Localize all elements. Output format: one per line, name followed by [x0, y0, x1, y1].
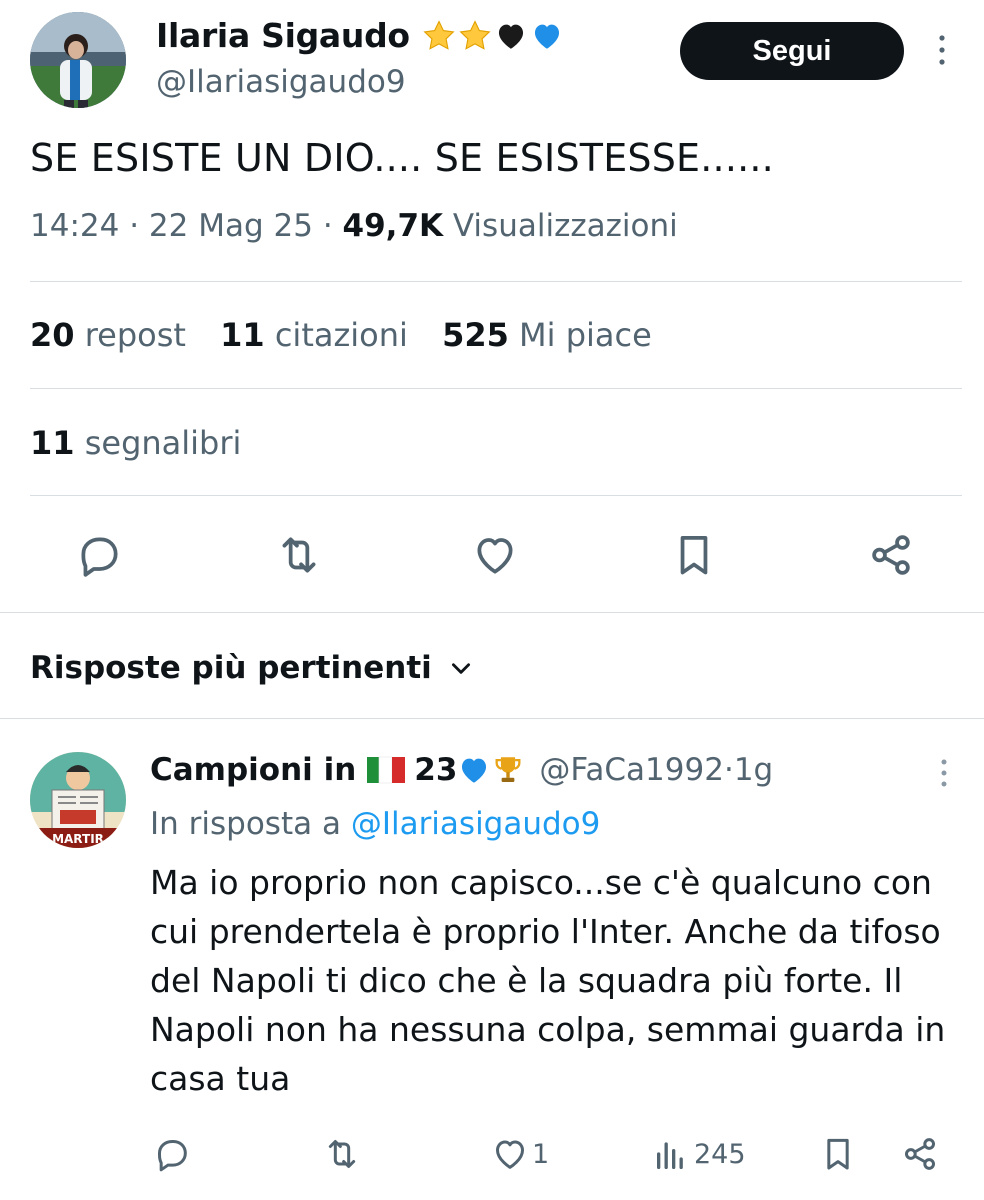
tweet-header: Ilaria Sigaudo @Ilariasigaudo9 Segui: [0, 0, 984, 120]
reply-separator: ·: [723, 752, 734, 788]
views-icon: [657, 1142, 683, 1169]
italy-flag-icon: [367, 756, 406, 784]
reply-author-name[interactable]: Campioni in: [150, 752, 356, 788]
reply-author-handle[interactable]: @FaCa1992: [539, 752, 724, 788]
reply-header: Campioni in 23 @FaCa1992 · 1g: [150, 752, 773, 788]
author-emojis: [422, 19, 564, 53]
reply-author-avatar[interactable]: MARTIR: [30, 752, 126, 848]
reply-to-line: In risposta a @Ilariasigaudo9: [150, 806, 600, 842]
reposts-stat[interactable]: 20 repost: [30, 316, 186, 354]
author-handle[interactable]: @Ilariasigaudo9: [156, 64, 406, 100]
author-avatar[interactable]: [30, 12, 126, 108]
likes-count: 525: [442, 316, 509, 354]
bookmark-icon[interactable]: [669, 530, 719, 580]
divider: [0, 612, 984, 613]
trophy-icon: [495, 757, 521, 783]
tweet-text: SE ESISTE UN DIO.... SE ESISTESSE......: [30, 136, 774, 180]
bookmarks-stat[interactable]: 11 segnalibri: [30, 424, 241, 462]
quotes-label: citazioni: [274, 316, 408, 354]
author-name-row[interactable]: Ilaria Sigaudo: [156, 16, 564, 55]
blue-heart-icon: [462, 758, 487, 783]
tweet-time[interactable]: 14:24: [30, 208, 119, 244]
reply-likes-count: 1: [532, 1138, 550, 1170]
share-icon[interactable]: [866, 530, 916, 580]
reply-time[interactable]: 1g: [734, 752, 773, 788]
meta-separator: ·: [322, 208, 343, 244]
divider: [30, 388, 962, 389]
reply-share-button[interactable]: [900, 1132, 940, 1176]
reply-to-prefix: In risposta a: [150, 806, 341, 842]
like-icon: [496, 1140, 524, 1169]
like-icon[interactable]: [470, 530, 520, 580]
divider: [30, 495, 962, 496]
blue-heart-icon: [534, 24, 559, 49]
quotes-stat[interactable]: 11 citazioni: [220, 316, 408, 354]
bookmarks-count: 11: [30, 424, 75, 462]
views-count: 49,7K: [342, 208, 444, 244]
replies-sort-dropdown[interactable]: Risposte più pertinenti: [30, 650, 474, 686]
reply-views-count: 245: [694, 1138, 746, 1170]
bookmarks-label: segnalibri: [84, 424, 242, 462]
repost-icon[interactable]: [274, 530, 324, 580]
replies-sort-label: Risposte più pertinenti: [30, 650, 432, 686]
black-heart-icon: [498, 24, 523, 49]
views-label: Visualizzazioni: [452, 208, 678, 244]
reposts-count: 20: [30, 316, 75, 354]
tweet-date[interactable]: 22 Mag 25: [149, 208, 313, 244]
repost-icon: [328, 1140, 356, 1168]
star-icon: [423, 19, 455, 50]
reply-views-button[interactable]: 245: [652, 1132, 746, 1176]
reply-author-name-suffix[interactable]: 23: [414, 752, 457, 788]
reply-icon: [158, 1140, 187, 1172]
divider: [0, 718, 984, 719]
more-options-icon[interactable]: [930, 30, 954, 70]
author-name[interactable]: Ilaria Sigaudo: [156, 16, 410, 55]
engagement-stats: 20 repost 11 citazioni 525 Mi piace: [30, 316, 676, 354]
follow-button[interactable]: Segui: [680, 22, 904, 80]
quotes-count: 11: [220, 316, 265, 354]
reply-avatar-text: MARTIR: [52, 832, 104, 846]
likes-stat[interactable]: 525 Mi piace: [442, 316, 652, 354]
tweet-meta: 14:24 · 22 Mag 25 · 49,7K Visualizzazion…: [30, 208, 678, 244]
reply-reply-button[interactable]: [152, 1132, 192, 1176]
reply-text: Ma io proprio non capisco...se c'è qualc…: [150, 863, 946, 1098]
reposts-label: repost: [84, 316, 186, 354]
chevron-down-icon: [451, 663, 470, 674]
meta-separator: ·: [129, 208, 149, 244]
reply-icon[interactable]: [74, 530, 124, 580]
reply-like-button[interactable]: 1: [490, 1132, 549, 1176]
bookmark-icon: [827, 1138, 849, 1170]
reply-more-options-icon[interactable]: [932, 756, 956, 792]
reply-bookmark-button[interactable]: [818, 1132, 858, 1176]
star-icon: [459, 19, 491, 50]
reply-to-handle-link[interactable]: @Ilariasigaudo9: [351, 806, 601, 842]
divider: [30, 281, 962, 282]
likes-label: Mi piace: [519, 316, 652, 354]
reply-repost-button[interactable]: [322, 1132, 362, 1176]
share-icon: [905, 1138, 935, 1170]
